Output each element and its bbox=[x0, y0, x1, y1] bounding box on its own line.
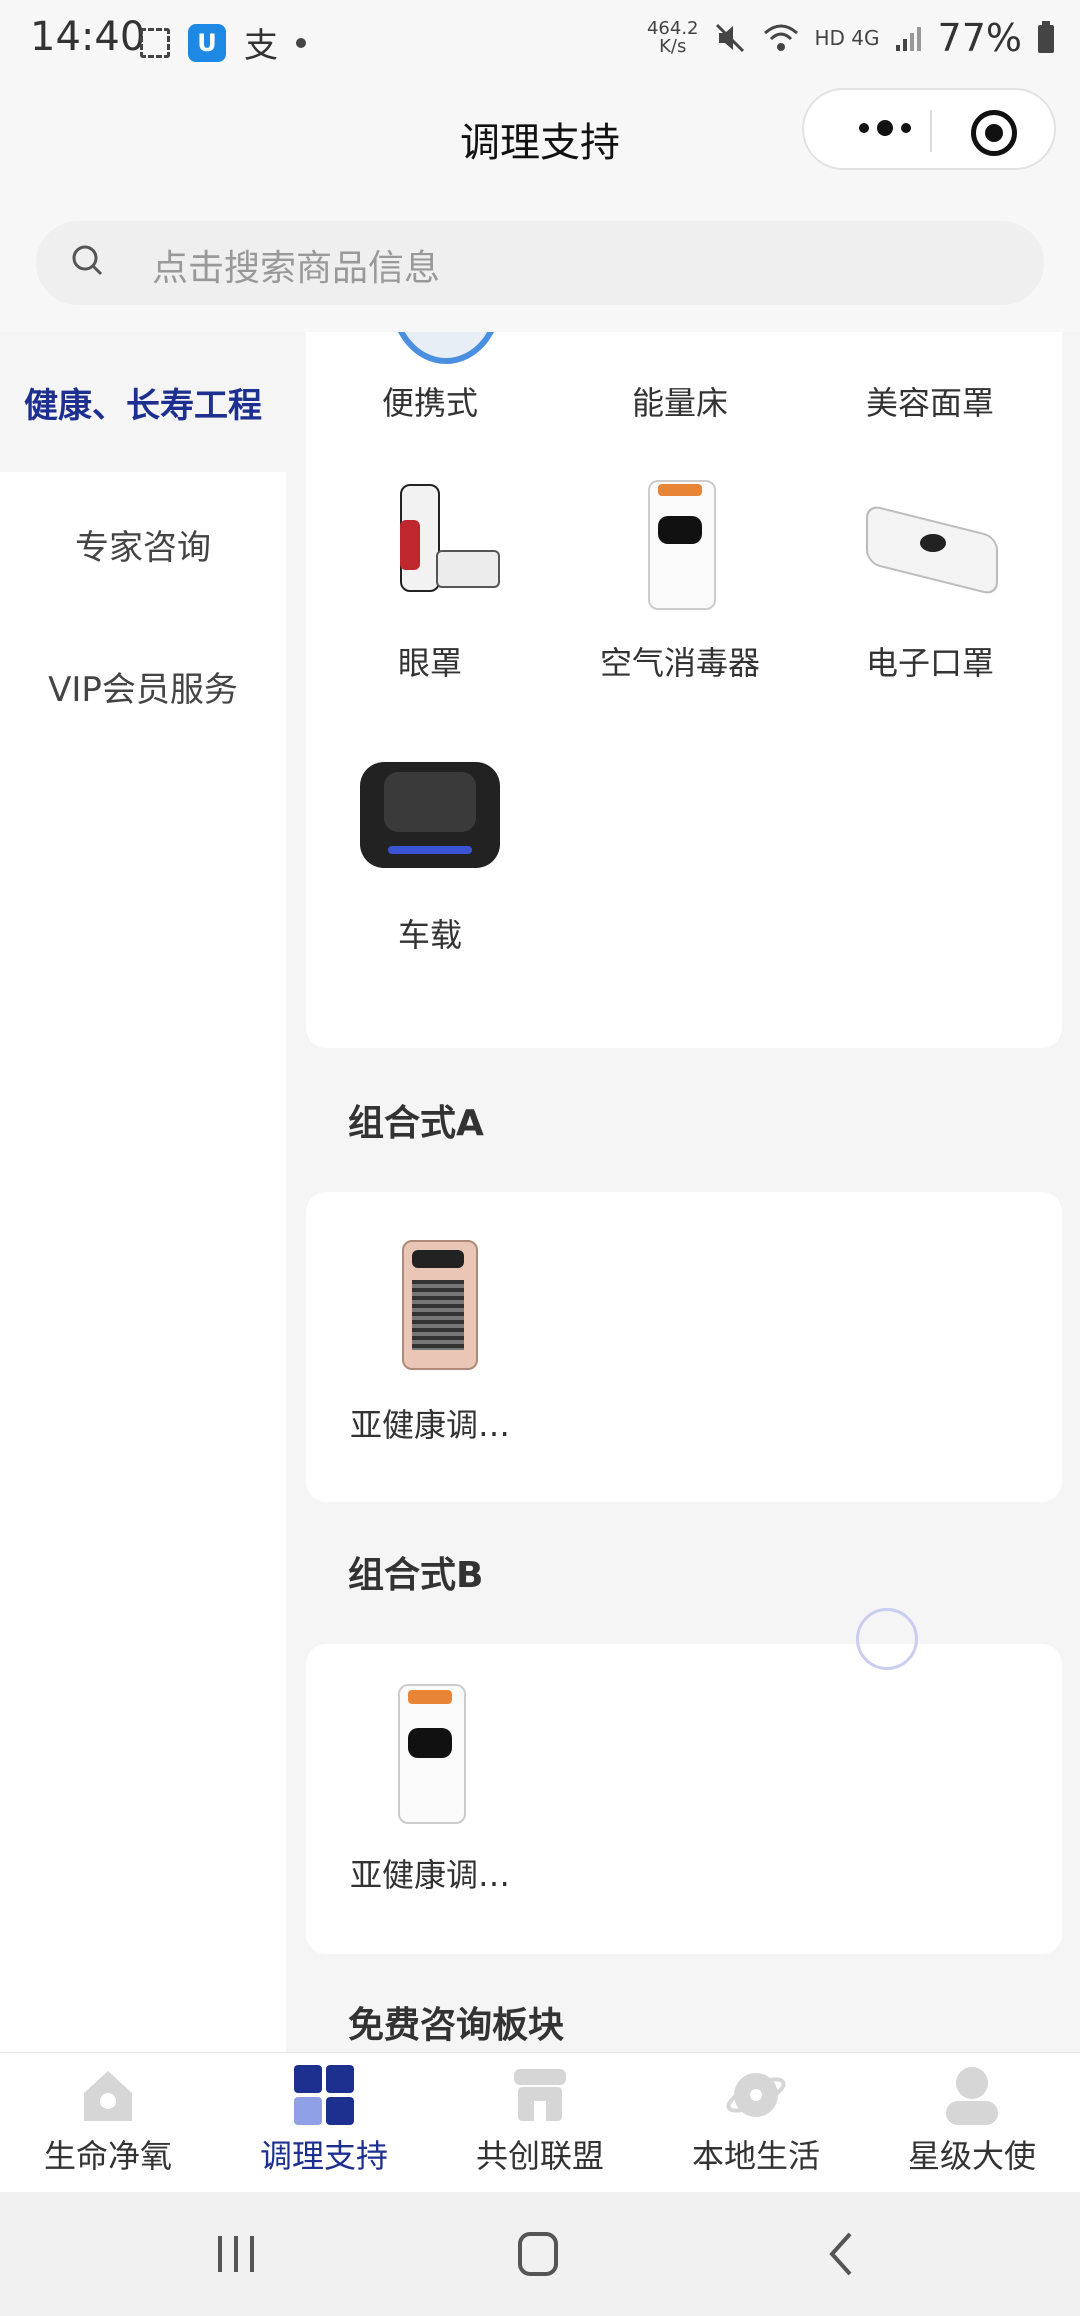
sidebar-item-health[interactable]: 健康、长寿工程 bbox=[0, 332, 286, 472]
product-item[interactable]: 车载 bbox=[330, 752, 530, 956]
category-sidebar: 健康、长寿工程 专家咨询 VIP会员服务 bbox=[0, 332, 286, 2052]
planet-icon bbox=[724, 2063, 788, 2127]
capsule-divider bbox=[930, 110, 932, 152]
home-nav-icon[interactable] bbox=[508, 2228, 568, 2280]
wifi-icon bbox=[763, 24, 798, 51]
product-item[interactable]: 亚健康调… bbox=[330, 1684, 530, 1896]
tab-star-ambassador[interactable]: 星级大使 bbox=[864, 2053, 1080, 2193]
status-time: 14:40 bbox=[30, 14, 146, 60]
tab-local-life[interactable]: 本地生活 bbox=[648, 2053, 864, 2193]
battery-icon bbox=[1038, 21, 1054, 53]
product-item[interactable]: 美容面罩 bbox=[830, 332, 1030, 424]
status-bar: 14:40 U 支 464.2 K/s HD 4G 77% bbox=[0, 0, 1080, 80]
net-speed: 464.2 K/s bbox=[646, 18, 699, 57]
product-item[interactable]: 能量床 bbox=[580, 332, 780, 424]
product-image bbox=[360, 1240, 500, 1370]
product-image bbox=[860, 332, 1000, 366]
page-header: 调理支持 bbox=[0, 80, 1080, 220]
grid-icon bbox=[292, 2063, 356, 2127]
battery-level: 77% bbox=[937, 16, 1022, 60]
product-item[interactable]: 电子口罩 bbox=[830, 480, 1030, 684]
search-icon bbox=[72, 245, 103, 276]
status-left-icons: U 支 bbox=[140, 18, 306, 67]
section-title: 组合式A bbox=[348, 1103, 484, 1144]
product-card-main: 便携式 能量床 美容面罩 眼罩 空气消毒器 电子口罩 车载 bbox=[306, 332, 1062, 1048]
store-icon bbox=[508, 2063, 572, 2127]
product-image bbox=[360, 1684, 500, 1824]
product-image bbox=[610, 332, 750, 366]
notification-dot-icon bbox=[296, 37, 306, 48]
system-nav-bar bbox=[0, 2192, 1080, 2316]
product-image bbox=[860, 480, 1000, 610]
product-image bbox=[360, 332, 500, 366]
recent-apps-icon[interactable] bbox=[206, 2228, 266, 2280]
search-placeholder: 点击搜索商品信息 bbox=[152, 248, 441, 289]
product-item[interactable]: 空气消毒器 bbox=[580, 480, 780, 684]
product-item[interactable]: 亚健康调… bbox=[330, 1240, 530, 1446]
more-menu-icon[interactable] bbox=[840, 108, 930, 148]
product-image bbox=[610, 480, 750, 610]
product-card-a: 亚健康调… bbox=[306, 1192, 1062, 1502]
person-icon bbox=[940, 2063, 1004, 2127]
tab-care-support[interactable]: 调理支持 bbox=[216, 2053, 432, 2193]
close-target-icon[interactable] bbox=[971, 110, 1017, 156]
security-app-icon: U bbox=[188, 23, 226, 62]
product-image bbox=[360, 480, 500, 610]
product-content: 便携式 能量床 美容面罩 眼罩 空气消毒器 电子口罩 车载 组合式A 亚健康调…… bbox=[286, 332, 1080, 2052]
section-title: 组合式B bbox=[348, 1555, 484, 1596]
mute-icon bbox=[715, 23, 744, 53]
search-bar[interactable]: 点击搜索商品信息 bbox=[36, 221, 1044, 305]
sidebar-item-expert[interactable]: 专家咨询 bbox=[0, 474, 286, 614]
product-item[interactable]: 便携式 bbox=[330, 332, 530, 424]
signal-icon bbox=[895, 27, 921, 51]
network-labels: HD 4G bbox=[814, 26, 880, 50]
tab-alliance[interactable]: 共创联盟 bbox=[432, 2053, 648, 2193]
alipay-icon: 支 bbox=[244, 26, 278, 66]
sidebar-item-vip[interactable]: VIP会员服务 bbox=[0, 616, 286, 756]
loading-indicator bbox=[856, 1608, 918, 1670]
home-icon bbox=[76, 2063, 140, 2127]
bottom-tab-bar: 生命净氧 调理支持 共创联盟 本地生活 星级大使 bbox=[0, 2052, 1080, 2193]
product-image bbox=[360, 752, 500, 882]
back-icon[interactable] bbox=[812, 2228, 872, 2280]
status-right-icons: 464.2 K/s HD 4G 77% bbox=[647, 16, 1056, 60]
section-title: 免费咨询板块 bbox=[348, 2005, 565, 2046]
product-item[interactable]: 眼罩 bbox=[330, 480, 530, 684]
mini-program-capsule bbox=[802, 88, 1056, 170]
screenshot-icon bbox=[140, 27, 170, 58]
product-card-b: 亚健康调… bbox=[306, 1608, 1062, 1954]
tab-life-oxygen[interactable]: 生命净氧 bbox=[0, 2053, 216, 2193]
